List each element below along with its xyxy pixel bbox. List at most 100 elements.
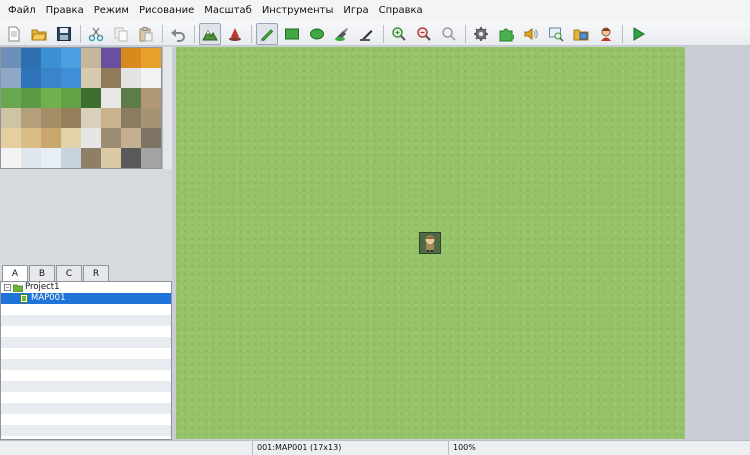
save-project-button[interactable] xyxy=(53,23,75,45)
tile-grid[interactable] xyxy=(1,48,161,168)
pencil-tool-button[interactable] xyxy=(256,22,278,45)
playtest-button[interactable] xyxy=(627,23,649,45)
player-start-event[interactable] xyxy=(419,232,441,254)
undo-button[interactable] xyxy=(167,23,189,45)
tab-b[interactable]: B xyxy=(29,265,55,281)
tile-swatch[interactable] xyxy=(41,148,61,168)
tab-c[interactable]: C xyxy=(56,265,82,281)
event-pin-icon xyxy=(229,27,241,41)
tile-swatch[interactable] xyxy=(121,108,141,128)
menu-mode[interactable]: Режим xyxy=(89,0,134,22)
tile-swatch[interactable] xyxy=(21,108,41,128)
tile-swatch[interactable] xyxy=(101,68,121,88)
plugin-manager-button[interactable] xyxy=(495,23,517,45)
tile-swatch[interactable] xyxy=(101,88,121,108)
flood-fill-tool-button[interactable] xyxy=(331,23,353,45)
tile-swatch[interactable] xyxy=(21,48,41,68)
zoom-out-icon xyxy=(417,26,431,41)
rectangle-tool-button[interactable] xyxy=(281,23,303,45)
tile-swatch[interactable] xyxy=(121,88,141,108)
tile-swatch[interactable] xyxy=(61,68,81,88)
tile-swatch[interactable] xyxy=(61,88,81,108)
tile-swatch[interactable] xyxy=(101,48,121,68)
tile-swatch[interactable] xyxy=(61,108,81,128)
menu-draw[interactable]: Рисование xyxy=(134,0,199,22)
zoom-out-button[interactable] xyxy=(413,23,435,45)
tile-swatch[interactable] xyxy=(41,88,61,108)
tile-swatch[interactable] xyxy=(41,68,61,88)
shadow-pen-tool-button[interactable] xyxy=(356,23,378,45)
tile-swatch[interactable] xyxy=(121,128,141,148)
tree-project-row[interactable]: – Project1 xyxy=(1,282,171,293)
open-project-button[interactable] xyxy=(28,23,50,45)
menu-file[interactable]: Файл xyxy=(3,0,41,22)
speaker-icon xyxy=(524,27,538,40)
tile-swatch[interactable] xyxy=(141,128,161,148)
toolbar-separator xyxy=(162,24,163,43)
tile-swatch[interactable] xyxy=(21,68,41,88)
tileset-palette[interactable] xyxy=(0,47,162,169)
collapse-toggle-icon[interactable]: – xyxy=(4,284,11,291)
menu-tools[interactable]: Инструменты xyxy=(257,0,339,22)
tile-swatch[interactable] xyxy=(81,88,101,108)
tree-empty-row xyxy=(1,326,171,337)
zoom-in-button[interactable] xyxy=(388,23,410,45)
menu-scale[interactable]: Масштаб xyxy=(199,0,257,22)
tile-swatch[interactable] xyxy=(141,108,161,128)
tile-swatch[interactable] xyxy=(61,48,81,68)
tile-swatch[interactable] xyxy=(81,108,101,128)
tile-swatch[interactable] xyxy=(41,128,61,148)
character-generator-button[interactable] xyxy=(595,23,617,45)
tile-swatch[interactable] xyxy=(121,48,141,68)
tile-swatch[interactable] xyxy=(141,48,161,68)
folder-open-icon xyxy=(31,29,47,40)
cut-button[interactable] xyxy=(85,23,107,45)
tile-swatch[interactable] xyxy=(61,128,81,148)
status-bar: 001:MAP001 (17x13) 100% xyxy=(0,440,750,455)
tab-a[interactable]: A xyxy=(2,265,28,281)
tile-swatch[interactable] xyxy=(81,148,101,168)
copy-button[interactable] xyxy=(110,23,132,45)
paste-button[interactable] xyxy=(135,23,157,45)
tile-swatch[interactable] xyxy=(21,148,41,168)
tile-swatch[interactable] xyxy=(21,128,41,148)
tile-swatch[interactable] xyxy=(141,68,161,88)
tree-map-row[interactable]: MAP001 xyxy=(1,293,171,304)
tile-swatch[interactable] xyxy=(101,128,121,148)
tile-swatch[interactable] xyxy=(41,48,61,68)
tile-swatch[interactable] xyxy=(141,148,161,168)
tile-swatch[interactable] xyxy=(61,148,81,168)
resource-manager-button[interactable] xyxy=(570,23,592,45)
tileset-scrollbar[interactable] xyxy=(162,47,172,169)
tile-swatch[interactable] xyxy=(41,108,61,128)
map-mode-button[interactable] xyxy=(199,22,221,45)
tile-swatch[interactable] xyxy=(81,128,101,148)
tab-r[interactable]: R xyxy=(83,265,109,281)
tile-swatch[interactable] xyxy=(1,148,21,168)
tile-swatch[interactable] xyxy=(21,88,41,108)
tile-swatch[interactable] xyxy=(121,148,141,168)
tile-swatch[interactable] xyxy=(81,68,101,88)
tile-swatch[interactable] xyxy=(101,148,121,168)
tile-swatch[interactable] xyxy=(141,88,161,108)
menu-edit[interactable]: Правка xyxy=(41,0,89,22)
tile-swatch[interactable] xyxy=(1,68,21,88)
tile-swatch[interactable] xyxy=(1,88,21,108)
new-project-button[interactable] xyxy=(3,23,25,45)
tile-swatch[interactable] xyxy=(1,108,21,128)
ellipse-tool-button[interactable] xyxy=(306,23,328,45)
tile-swatch[interactable] xyxy=(81,48,101,68)
sound-test-button[interactable] xyxy=(520,23,542,45)
tile-swatch[interactable] xyxy=(121,68,141,88)
tile-swatch[interactable] xyxy=(1,48,21,68)
menu-game[interactable]: Игра xyxy=(338,0,373,22)
map-canvas[interactable] xyxy=(176,47,685,439)
menu-help[interactable]: Справка xyxy=(374,0,428,22)
database-button[interactable] xyxy=(470,23,492,45)
tile-swatch[interactable] xyxy=(1,128,21,148)
zoom-actual-size-icon xyxy=(442,26,456,41)
zoom-reset-button[interactable] xyxy=(438,23,460,45)
event-mode-button[interactable] xyxy=(224,23,246,45)
event-searcher-button[interactable] xyxy=(545,23,567,45)
tile-swatch[interactable] xyxy=(101,108,121,128)
